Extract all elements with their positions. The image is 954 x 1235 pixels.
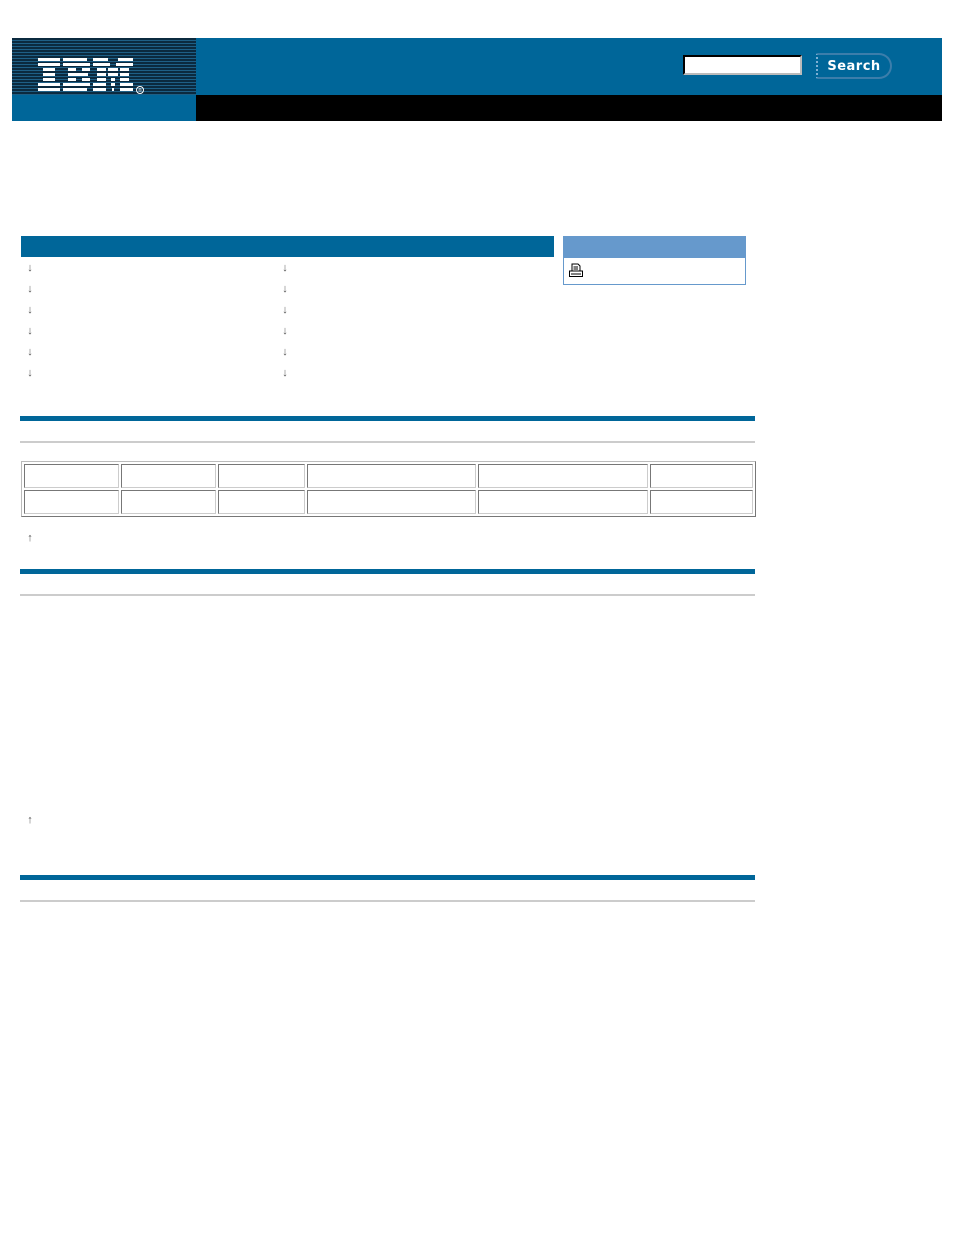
- arrow-down-icon: ↓: [282, 346, 288, 358]
- search-input[interactable]: [683, 55, 802, 75]
- ibm-logo-panel[interactable]: ®: [12, 38, 196, 95]
- toc-header-label: [21, 240, 25, 252]
- arrow-down-icon: ↓: [27, 325, 33, 337]
- toc-link[interactable]: ↓: [279, 282, 295, 296]
- print-link[interactable]: [564, 258, 745, 284]
- back-to-top-link[interactable]: ↑: [24, 814, 39, 826]
- toc-link[interactable]: ↓: [24, 366, 40, 380]
- toc-link[interactable]: ↓: [279, 366, 295, 380]
- section-divider-grey: [20, 441, 755, 443]
- section-divider-blue: [20, 875, 755, 880]
- toc-link[interactable]: ↓: [24, 345, 40, 359]
- table-cell: [121, 464, 216, 488]
- arrow-down-icon: ↓: [27, 304, 33, 316]
- toc-link[interactable]: ↓: [279, 345, 295, 359]
- table-cell: [218, 464, 305, 488]
- ibm-logo-icon: ®: [38, 58, 144, 94]
- table-cell: [478, 464, 648, 488]
- arrow-down-icon: ↓: [27, 346, 33, 358]
- printer-icon: [569, 263, 583, 277]
- table-row: [24, 490, 753, 514]
- table-cell: [24, 464, 119, 488]
- back-to-top-link[interactable]: ↑: [24, 532, 39, 544]
- arrow-down-icon: ↓: [27, 262, 33, 274]
- document-options-header: [564, 237, 745, 258]
- table-cell: [650, 490, 753, 514]
- toc-link[interactable]: ↓: [279, 324, 295, 338]
- table-row: [24, 464, 753, 488]
- document-options-header-label: [564, 241, 568, 253]
- navigation-bar: [196, 95, 942, 121]
- section-divider-grey: [20, 900, 755, 902]
- masthead: ® Search: [12, 38, 942, 121]
- arrow-up-icon: ↑: [27, 532, 33, 544]
- arrow-down-icon: ↓: [282, 325, 288, 337]
- table-cell: [121, 490, 216, 514]
- table-cell: [650, 464, 753, 488]
- section-divider-blue: [20, 569, 755, 574]
- arrow-down-icon: ↓: [282, 304, 288, 316]
- toc-link[interactable]: ↓: [24, 282, 40, 296]
- toc-link[interactable]: ↓: [24, 324, 40, 338]
- toc-header: [21, 236, 554, 257]
- table-cell: [24, 490, 119, 514]
- arrow-down-icon: ↓: [282, 262, 288, 274]
- toc-link[interactable]: ↓: [279, 303, 295, 317]
- table-cell: [307, 490, 476, 514]
- toc-link[interactable]: ↓: [279, 261, 295, 275]
- arrow-down-icon: ↓: [27, 283, 33, 295]
- section-divider-grey: [20, 594, 755, 596]
- section-divider-blue: [20, 416, 755, 421]
- logo-lower-band: [12, 95, 196, 121]
- search-button[interactable]: Search: [816, 53, 892, 79]
- table-cell: [218, 490, 305, 514]
- toc-link[interactable]: ↓: [24, 261, 40, 275]
- table-cell: [307, 464, 476, 488]
- arrow-down-icon: ↓: [27, 367, 33, 379]
- arrow-down-icon: ↓: [282, 283, 288, 295]
- document-options-box: [563, 236, 746, 285]
- registered-mark: ®: [138, 87, 142, 94]
- toc-link[interactable]: ↓: [24, 303, 40, 317]
- arrow-down-icon: ↓: [282, 367, 288, 379]
- table-cell: [478, 490, 648, 514]
- arrow-up-icon: ↑: [27, 814, 33, 826]
- data-table: [21, 461, 756, 517]
